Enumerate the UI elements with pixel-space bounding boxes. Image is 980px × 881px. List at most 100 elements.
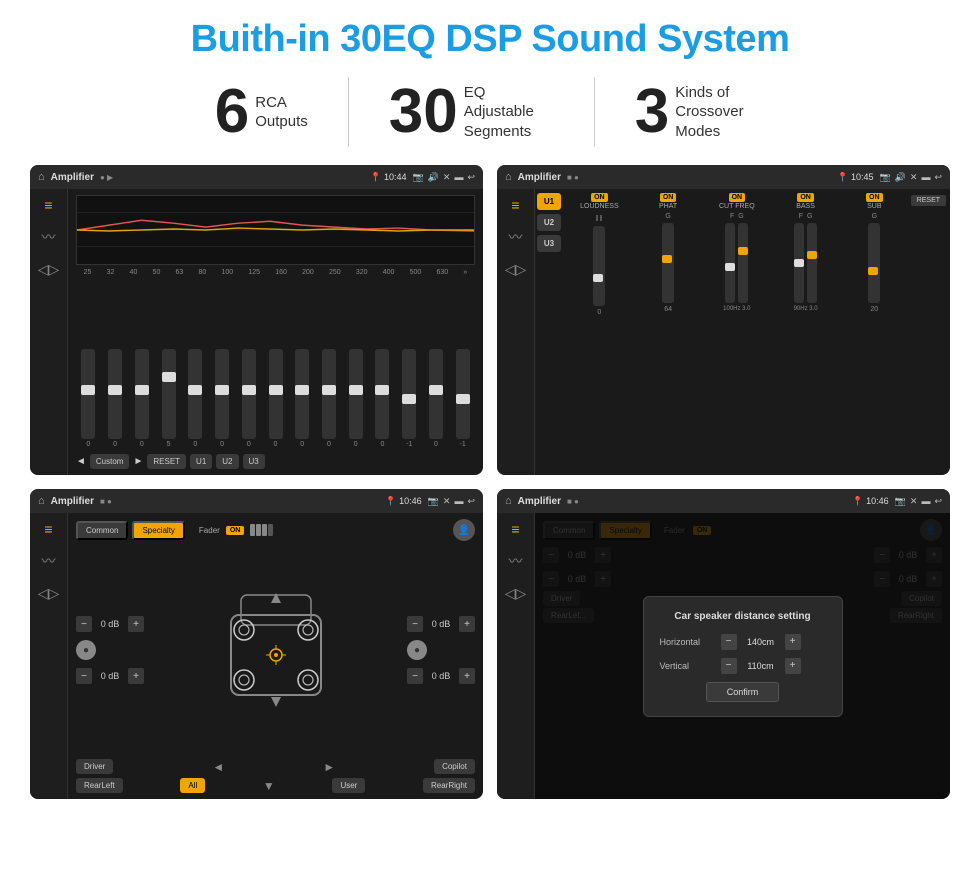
dialog-body: ≡ 〰 ◁▷ Common Specialty Fader ON 👤 [497,513,950,799]
slider-col-7: 0 [236,349,261,448]
amp-sidebar-wave[interactable]: 〰 [509,227,523,247]
dialog-overlay: Car speaker distance setting Horizontal … [535,513,950,799]
u3-button[interactable]: U3 [243,454,265,469]
dlg-sidebar-wave[interactable]: 〰 [509,551,523,571]
driver-button[interactable]: Driver [76,759,113,774]
page-title: Buith-in 30EQ DSP Sound System [191,18,790,61]
freq-320: 320 [356,269,368,276]
dlg-home-icon[interactable]: ⌂ [505,495,512,507]
dlg-sidebar-vol[interactable]: ◁▷ [505,585,527,602]
common-tab[interactable]: Common [76,521,128,540]
horizontal-plus-button[interactable]: + [785,634,801,650]
left-arrow-icon[interactable]: ◄ [212,760,224,774]
horizontal-minus-button[interactable]: − [721,634,737,650]
left-top-plus[interactable]: + [128,616,144,632]
stat-eq-number: 30 [389,81,458,143]
left-bot-minus[interactable]: − [76,668,92,684]
bass-channel: ON BASS FG 90Hz 3.0 [773,193,838,312]
dlg-back-icon: ↩ [934,496,942,507]
dlg-topbar-icons: 📷 ✕ ▬ ↩ [895,496,942,507]
right-top-minus[interactable]: − [407,616,423,632]
slider-track-2[interactable] [108,349,122,439]
u1-button[interactable]: U1 [190,454,212,469]
slider-track-11[interactable] [349,349,363,439]
left-bot-db-value: 0 dB [95,671,125,681]
slider-track-8[interactable] [269,349,283,439]
right-bot-minus[interactable]: − [407,668,423,684]
reset-button[interactable]: RESET [147,454,186,469]
right-top-plus[interactable]: + [459,616,475,632]
slider-track-15[interactable] [456,349,470,439]
expand-icon[interactable]: » [463,269,467,276]
prev-preset-button[interactable]: ◄ [76,456,86,467]
vertical-minus-button[interactable]: − [721,658,737,674]
sp-sidebar-vol[interactable]: ◁▷ [38,585,60,602]
loudness-slider[interactable] [593,226,605,306]
next-preset-button[interactable]: ► [133,456,143,467]
slider-track-3[interactable] [135,349,149,439]
right-arrow-icon[interactable]: ► [323,760,335,774]
sp-sidebar-wave[interactable]: 〰 [42,551,56,571]
copilot-button[interactable]: Copilot [434,759,475,774]
dlg-sidebar-eq[interactable]: ≡ [511,521,519,537]
freq-500: 500 [410,269,422,276]
eq-sidebar-volume[interactable]: ◁▷ [38,261,60,278]
horizontal-row: Horizontal − 140cm + [660,634,826,650]
custom-preset-button[interactable]: Custom [90,454,130,469]
down-arrow-icon[interactable]: ▼ [263,779,275,793]
cutfreq-slider-f[interactable] [725,223,735,303]
slider-track-4[interactable] [162,349,176,439]
slider-track-13[interactable] [402,349,416,439]
cutfreq-channel: ON CUT FREQ FG 100Hz 3.0 [704,193,769,312]
slider-track-7[interactable] [242,349,256,439]
eq-sidebar-equalizer[interactable]: ≡ [44,197,52,213]
sp-sidebar-eq[interactable]: ≡ [44,521,52,537]
bass-slider-f[interactable] [794,223,804,303]
home-icon[interactable]: ⌂ [38,171,45,183]
slider-track-12[interactable] [375,349,389,439]
eq-title: Amplifier [51,172,94,183]
sub-channel: ON SUB G 20 [842,193,907,313]
volume-icon: 🔊 [428,172,439,183]
amp-u-buttons: U1 U2 U3 [535,189,563,475]
slider-track-14[interactable] [429,349,443,439]
slider-track-9[interactable] [295,349,309,439]
u2-amp-button[interactable]: U2 [537,214,561,231]
left-bot-plus[interactable]: + [128,668,144,684]
amp-close-icon: ✕ [910,172,918,183]
user-button[interactable]: User [332,778,365,793]
u3-amp-button[interactable]: U3 [537,235,561,252]
slider-col-3: 0 [129,349,154,448]
slider-track-6[interactable] [215,349,229,439]
sub-slider[interactable] [868,223,880,303]
eq-sidebar-wave[interactable]: 〰 [42,227,56,247]
vertical-plus-button[interactable]: + [785,658,801,674]
u2-button[interactable]: U2 [216,454,238,469]
amp-sidebar-vol[interactable]: ◁▷ [505,261,527,278]
slider-track-10[interactable] [322,349,336,439]
profile-icon[interactable]: 👤 [453,519,475,541]
slider-track-5[interactable] [188,349,202,439]
specialty-tab[interactable]: Specialty [132,521,184,540]
slider-col-2: 0 [103,349,128,448]
amp-sidebar-eq[interactable]: ≡ [511,197,519,213]
amp-reset-button[interactable]: RESET [911,195,946,206]
amp-home-icon[interactable]: ⌂ [505,171,512,183]
right-bot-plus[interactable]: + [459,668,475,684]
phat-slider[interactable] [662,223,674,303]
slider-col-5: 0 [183,349,208,448]
slider-track-1[interactable] [81,349,95,439]
vertical-row: Vertical − 110cm + [660,658,826,674]
u1-amp-button[interactable]: U1 [537,193,561,210]
confirm-button[interactable]: Confirm [706,682,780,702]
close-icon: ✕ [443,172,451,183]
cutfreq-slider-g[interactable] [738,223,748,303]
sp-home-icon[interactable]: ⌂ [38,495,45,507]
bass-slider-g[interactable] [807,223,817,303]
left-top-minus[interactable]: − [76,616,92,632]
all-button[interactable]: All [180,778,205,793]
rearleft-button[interactable]: RearLeft [76,778,123,793]
stat-rca: 6 RCAOutputs [175,81,348,143]
right-top-db-value: 0 dB [426,619,456,629]
rearright-button[interactable]: RearRight [423,778,475,793]
